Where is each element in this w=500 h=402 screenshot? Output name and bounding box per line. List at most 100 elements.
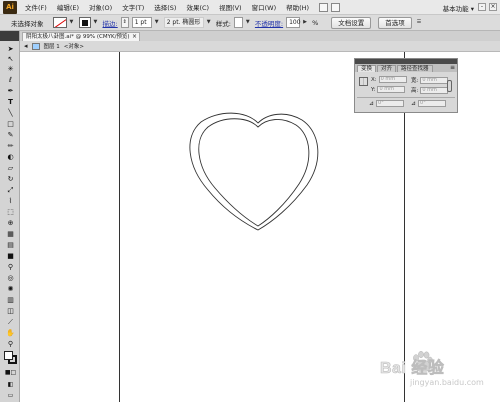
heart-outer-path [189, 112, 319, 231]
height-field[interactable]: 0 mm [420, 86, 449, 94]
screen-mode-icon[interactable]: ▭ [6, 392, 15, 400]
width-tool-icon[interactable]: ⌇ [6, 197, 15, 205]
tools-panel-header[interactable] [0, 31, 19, 41]
tab-transform[interactable]: 变换 [357, 65, 377, 72]
tools-panel: ➤ ↖ ✳ ℓ ✒ T ╲ □ ✎ ✏ ◐ ▱ ↻ ⤢ ⌇ ⬚ ⊕ ▦ ▤ ■ … [0, 31, 20, 402]
panel-menu-icon[interactable]: ≡ [450, 64, 455, 71]
panel-tabs: 变换 对齐 路径查找器 ≡ [355, 64, 457, 72]
y-label: Y: [371, 86, 376, 93]
rotate-tool-icon[interactable]: ↻ [6, 175, 15, 183]
perspective-grid-tool-icon[interactable]: ▦ [6, 230, 15, 238]
pencil-tool-icon[interactable]: ✏ [6, 142, 15, 150]
height-label: 高: [411, 88, 419, 94]
breadcrumb: ◂ 图层 1 <对象> [20, 41, 500, 52]
menu-file[interactable]: 文件(F) [25, 2, 47, 12]
stroke-weight-field[interactable]: 1 pt [131, 17, 152, 28]
menu-select[interactable]: 选择(S) [154, 2, 176, 12]
document-tab-bar: 阴阳太极八卦图.ai* @ 99% (CMYK/预览) × [20, 31, 500, 41]
scale-tool-icon[interactable]: ⤢ [6, 186, 15, 194]
back-arrow-icon[interactable]: ◂ [24, 42, 28, 50]
breadcrumb-layer[interactable]: 图层 1 [44, 42, 60, 50]
rectangle-tool-icon[interactable]: □ [6, 120, 15, 128]
menu-window[interactable]: 窗口(W) [252, 2, 277, 12]
blob-brush-tool-icon[interactable]: ◐ [6, 153, 15, 161]
selection-tool-icon[interactable]: ➤ [6, 45, 15, 53]
column-graph-tool-icon[interactable]: ▥ [6, 296, 15, 304]
watermark: Bai 经验 jingyan.baidu.com [378, 348, 488, 396]
menu-edit[interactable]: 编辑(E) [57, 2, 79, 12]
tab-pathfinder[interactable]: 路径查找器 [397, 65, 433, 72]
eraser-tool-icon[interactable]: ▱ [6, 164, 15, 172]
chevron-down-icon[interactable]: ▼ [207, 18, 213, 27]
chevron-down-icon[interactable]: ▼ [155, 18, 161, 27]
fill-color-icon[interactable] [4, 351, 13, 360]
close-icon[interactable]: × [489, 3, 497, 11]
menu-view[interactable]: 视图(V) [219, 2, 242, 12]
line-tool-icon[interactable]: ╲ [6, 109, 15, 117]
transform-panel: 变换 对齐 路径查找器 ≡ X: 0 mm Y: 0 mm 宽: 0 mm 高:… [354, 58, 458, 113]
width-field[interactable]: 0 mm [420, 76, 449, 84]
watermark-brand: Bai 经验 [380, 360, 445, 378]
fill-swatch[interactable] [52, 17, 67, 28]
rotate-icon: ⊿ [369, 100, 375, 107]
stroke-label[interactable]: 描边: [103, 18, 118, 28]
menu-object[interactable]: 对象(O) [89, 2, 112, 12]
style-label: 样式: [215, 19, 231, 28]
eyedropper-tool-icon[interactable]: ⚲ [6, 263, 15, 271]
stroke-swatch[interactable] [78, 17, 91, 28]
chevron-down-icon[interactable]: ▼ [94, 18, 100, 27]
minimize-icon[interactable]: - [478, 3, 486, 11]
opacity-field[interactable]: 100 [286, 17, 301, 28]
panel-menu-icon[interactable]: ☰ [417, 18, 423, 27]
x-label: X: [371, 76, 377, 83]
pen-tool-icon[interactable]: ✒ [6, 87, 15, 95]
slice-tool-icon[interactable]: ⟋ [6, 318, 15, 326]
lasso-tool-icon[interactable]: ℓ [6, 76, 15, 84]
chevron-down-icon[interactable]: ▼ [70, 18, 76, 27]
brush-profile-field[interactable]: 2 pt. 椭圆形 [163, 17, 204, 28]
document-tab[interactable]: 阴阳太极八卦图.ai* @ 99% (CMYK/预览) × [22, 32, 140, 41]
width-label: 宽: [411, 78, 419, 84]
tab-align[interactable]: 对齐 [377, 65, 397, 72]
control-bar: 未选择对象 ▼ ▼ 描边: ⇕ 1 pt ▼ 2 pt. 椭圆形 ▼ 样式: ▼… [0, 15, 500, 31]
shape-builder-tool-icon[interactable]: ⊕ [6, 219, 15, 227]
menu-type[interactable]: 文字(T) [122, 2, 144, 12]
constrain-proportions-icon[interactable] [447, 80, 452, 92]
workspace-switcher[interactable]: 基本功能 ▾ [443, 3, 474, 13]
preferences-button[interactable]: 首选项 [378, 16, 412, 29]
draw-mode-icon[interactable]: ◧ [6, 381, 15, 389]
stroke-stepper[interactable]: ⇕ [120, 17, 129, 28]
opacity-label[interactable]: 不透明度: [255, 18, 283, 28]
y-field[interactable]: 0 mm [377, 86, 406, 93]
menu-help[interactable]: 帮助(H) [286, 2, 309, 12]
symbol-sprayer-tool-icon[interactable]: ✺ [6, 285, 15, 293]
shear-field[interactable]: 0° [418, 100, 447, 107]
blend-tool-icon[interactable]: ◎ [6, 274, 15, 282]
document-tab-title: 阴阳太极八卦图.ai* @ 99% (CMYK/预览) [26, 34, 130, 40]
chevron-right-icon[interactable]: ▶ [303, 18, 309, 27]
chevron-down-icon[interactable]: ▼ [246, 18, 252, 27]
document-setup-button[interactable]: 文档设置 [331, 16, 372, 29]
reference-point-icon[interactable] [359, 77, 368, 86]
heart-inner-path [198, 118, 310, 227]
artboard-tool-icon[interactable]: ◫ [6, 307, 15, 315]
paintbrush-tool-icon[interactable]: ✎ [6, 131, 15, 139]
mesh-tool-icon[interactable]: ▤ [6, 241, 15, 249]
type-tool-icon[interactable]: T [6, 98, 15, 106]
hand-tool-icon[interactable]: ✋ [6, 329, 15, 337]
free-transform-tool-icon[interactable]: ⬚ [6, 208, 15, 216]
arrange-documents-icon[interactable] [331, 2, 341, 12]
color-mode-icon[interactable]: ■□ [5, 369, 16, 377]
bridge-icon[interactable] [319, 2, 329, 12]
gradient-tool-icon[interactable]: ■ [6, 252, 15, 260]
rotate-field[interactable]: 0° [376, 100, 405, 107]
zoom-tool-icon[interactable]: ⚲ [6, 340, 15, 348]
menu-effect[interactable]: 效果(C) [186, 2, 209, 12]
watermark-url: jingyan.baidu.com [410, 378, 484, 387]
magic-wand-tool-icon[interactable]: ✳ [6, 65, 15, 73]
breadcrumb-object[interactable]: <对象> [64, 42, 84, 50]
close-icon[interactable]: × [132, 33, 137, 41]
x-field[interactable]: 0 mm [378, 76, 407, 83]
style-swatch[interactable] [233, 17, 243, 28]
direct-selection-tool-icon[interactable]: ↖ [6, 55, 15, 63]
